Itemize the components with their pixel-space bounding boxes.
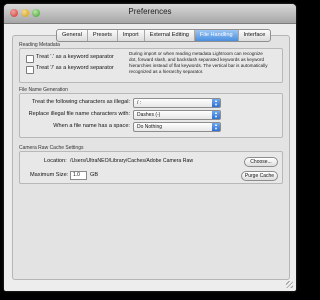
purge-cache-button[interactable]: Purge Cache — [241, 171, 278, 181]
tab-interface[interactable]: Interface — [239, 30, 271, 41]
max-size-unit: GB — [90, 172, 99, 178]
resize-grip-icon[interactable] — [286, 281, 293, 288]
tab-file-handling[interactable]: File Handling — [194, 30, 239, 41]
preferences-window: Preferences Reading Metadata Treat '.' a… — [4, 4, 296, 291]
tab-general[interactable]: General — [57, 30, 88, 41]
space-handling-label: When a file name has a space: — [53, 123, 130, 129]
preferences-tab-bar: General Presets Import External Editing … — [56, 29, 272, 42]
window-title: Preferences — [128, 7, 172, 16]
popup-arrows-icon: ▴ ▾ — [212, 110, 220, 119]
replace-characters-value: Dashes (-) — [137, 112, 161, 118]
dot-separator-label[interactable]: Treat '.' as a keyword separator — [36, 54, 114, 60]
tab-import[interactable]: Import — [118, 30, 145, 41]
space-handling-value: Do Nothing — [137, 124, 163, 130]
slash-separator-label[interactable]: Treat '/' as a keyword separator — [36, 65, 114, 71]
camera-raw-cache-group: Location: /Users/UltraNEO/Library/Caches… — [19, 151, 283, 184]
replace-characters-label: Replace illegal file name characters wit… — [28, 111, 130, 117]
popup-arrows-icon: ▴ ▾ — [212, 122, 220, 131]
tab-presets[interactable]: Presets — [88, 30, 118, 41]
note-line: recognized as a hierarchy separator. — [129, 69, 204, 74]
title-bar[interactable]: Preferences — [4, 4, 296, 24]
max-size-input[interactable]: 1.0 — [70, 171, 87, 180]
tab-external-editing[interactable]: External Editing — [145, 30, 195, 41]
file-handling-panel: Reading Metadata Treat '.' as a keyword … — [12, 35, 290, 280]
illegal-characters-label: Treat the following characters as illega… — [31, 99, 130, 105]
illegal-characters-popup[interactable]: / : ▴ ▾ — [133, 98, 221, 108]
slash-separator-checkbox[interactable] — [26, 66, 34, 74]
cache-location-path: /Users/UltraNEO/Library/Caches/Adobe Cam… — [70, 158, 194, 164]
cache-location-label: Location: — [44, 158, 67, 164]
max-size-label: Maximum Size: — [30, 172, 69, 178]
space-handling-popup[interactable]: Do Nothing ▴ ▾ — [133, 122, 221, 132]
dot-separator-checkbox[interactable] — [26, 55, 34, 63]
reading-metadata-note: During import or when reading metadata L… — [129, 51, 268, 75]
choose-location-button[interactable]: Choose... — [244, 157, 278, 167]
reading-metadata-group: Treat '.' as a keyword separator Treat '… — [19, 48, 283, 83]
file-name-generation-group: Treat the following characters as illega… — [19, 93, 283, 138]
popup-arrows-icon: ▴ ▾ — [212, 98, 220, 107]
illegal-characters-value: / : — [137, 100, 142, 106]
replace-characters-popup[interactable]: Dashes (-) ▴ ▾ — [133, 110, 221, 120]
